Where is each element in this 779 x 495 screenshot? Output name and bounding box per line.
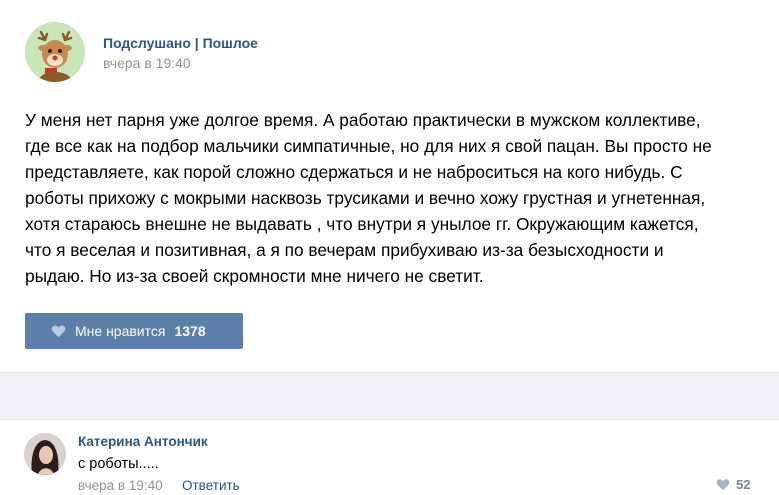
comment-text: с роботы..... [78, 456, 159, 472]
post-text-line: хотя стараюсь внешне не выдавать , что в… [25, 214, 699, 234]
comment-date[interactable]: вчера в 19:40 [78, 478, 163, 493]
comment-like-count: 52 [736, 477, 751, 492]
comment-author[interactable]: Катерина Антончик [78, 434, 208, 449]
user-avatar-icon [24, 433, 66, 475]
deer-avatar-icon [25, 22, 85, 82]
post-text: У меня нет парня уже долгое время. А раб… [25, 107, 760, 289]
like-label: Мне нравится [75, 323, 166, 339]
comment-avatar[interactable] [24, 433, 66, 475]
post-text-line: роботы прихожу с мокрыми насквозь трусик… [25, 188, 706, 208]
comment-like-button[interactable]: 52 [716, 477, 750, 492]
wall-post: Подслушано | Пошлое вчера в 19:40 У меня… [0, 0, 779, 372]
post-text-line: что я веселая и позитивная, а я по вечер… [25, 240, 664, 260]
reply-link[interactable]: Ответить [182, 478, 240, 493]
community-avatar[interactable] [25, 22, 85, 82]
post-text-line: представляете, как порой сложно сдержать… [25, 162, 683, 182]
post-date[interactable]: вчера в 19:40 [103, 55, 191, 71]
like-count: 1378 [174, 323, 206, 339]
comment: Катерина Антончик с роботы..... вчера в … [0, 420, 779, 495]
divider [0, 372, 779, 420]
post-author[interactable]: Подслушано | Пошлое [103, 35, 258, 51]
post-text-line: рыдаю. Но из-за своей скромности мне нич… [25, 266, 484, 286]
post-text-line: где все как на подбор мальчики симпатичн… [25, 136, 712, 156]
heart-icon [716, 479, 730, 491]
post-text-line: У меня нет парня уже долгое время. А раб… [25, 110, 701, 130]
heart-icon [51, 325, 66, 338]
like-button[interactable]: Мне нравится 1378 [25, 313, 243, 349]
